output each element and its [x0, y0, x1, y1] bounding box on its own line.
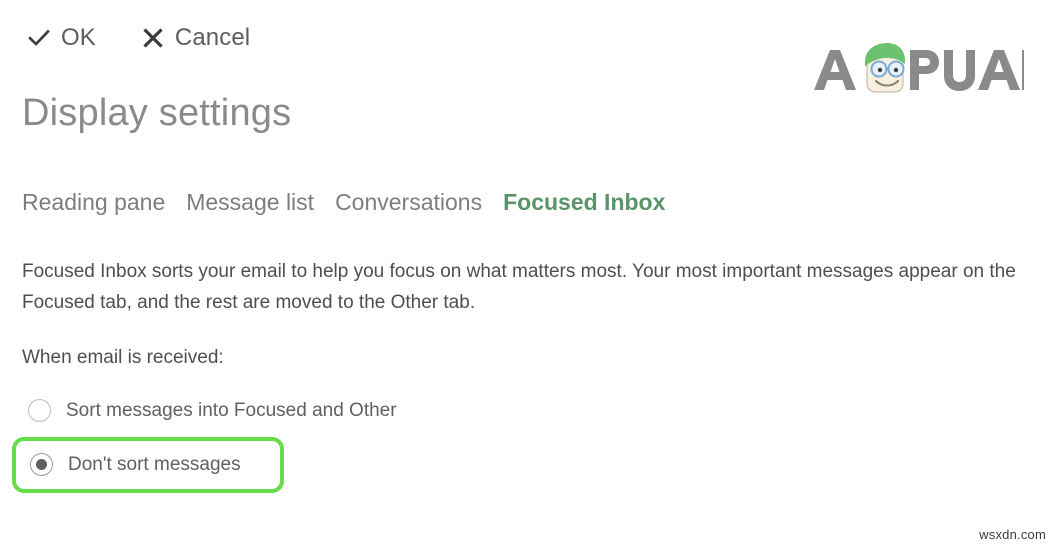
cancel-button[interactable]: Cancel [142, 24, 250, 52]
ok-button[interactable]: OK [28, 24, 96, 52]
radio-option-dont-sort[interactable]: Don't sort messages [30, 453, 241, 476]
tab-message-list[interactable]: Message list [186, 189, 314, 216]
checkmark-icon [28, 27, 50, 49]
appuals-logo-icon [814, 43, 1024, 93]
radio-option-sort-messages[interactable]: Sort messages into Focused and Other [28, 399, 397, 422]
radio-option-sort-messages-label: Sort messages into Focused and Other [66, 399, 397, 421]
command-bar: OK Cancel [28, 24, 250, 52]
settings-tab-bar: Reading pane Message list Conversations … [22, 189, 665, 216]
close-x-icon [142, 27, 164, 49]
tab-reading-pane[interactable]: Reading pane [22, 189, 165, 216]
focused-inbox-description: Focused Inbox sorts your email to help y… [22, 261, 1016, 313]
page-title: Display settings [22, 92, 292, 134]
radio-option-dont-sort-label: Don't sort messages [68, 453, 241, 475]
ok-button-label: OK [61, 24, 96, 51]
radio-button-unselected[interactable] [28, 399, 51, 422]
watermark: wsxdn.com [979, 527, 1046, 542]
radio-button-selected[interactable] [30, 453, 53, 476]
tab-conversations[interactable]: Conversations [335, 189, 482, 216]
appuals-logo [810, 38, 1024, 100]
when-email-received-label: When email is received: [22, 347, 224, 368]
cancel-button-label: Cancel [174, 24, 251, 51]
tab-focused-inbox[interactable]: Focused Inbox [503, 189, 665, 216]
radio-dot [36, 459, 47, 470]
